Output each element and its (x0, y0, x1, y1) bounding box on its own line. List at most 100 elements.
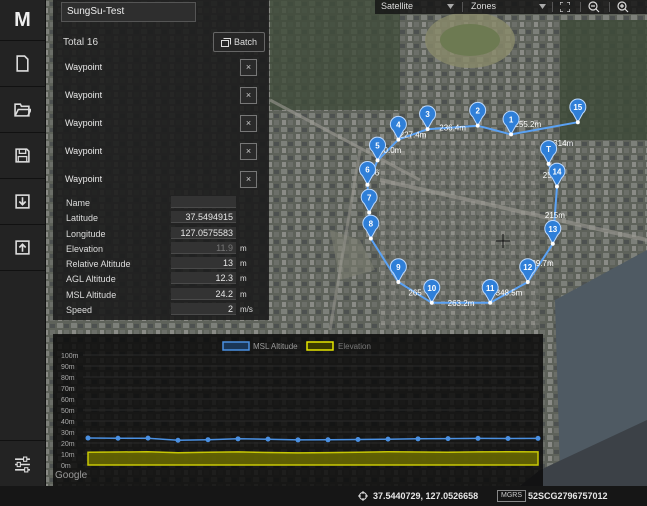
msl-altitude-point[interactable] (325, 437, 331, 443)
property-value-field[interactable]: 11.9 (171, 241, 236, 254)
msl-altitude-point[interactable] (85, 435, 91, 441)
delete-waypoint-button[interactable]: × (240, 59, 257, 76)
waypoint-number: 7 (367, 194, 372, 203)
waypoint-number: 13 (548, 225, 557, 234)
property-value-field[interactable]: 2 (171, 303, 236, 316)
waypoint-number: 5 (375, 141, 380, 150)
waypoint-number: 3 (425, 110, 430, 119)
waypoint-number: 1 (509, 115, 514, 124)
msl-altitude-point[interactable] (505, 435, 511, 441)
waypoint-dot (396, 279, 401, 284)
fullscreen-icon[interactable] (560, 2, 570, 12)
elevation-area (87, 450, 539, 466)
import-button[interactable] (0, 179, 45, 225)
delete-waypoint-button[interactable]: × (240, 87, 257, 104)
waypoint-row[interactable]: Waypoint × (61, 85, 261, 105)
msl-altitude-point[interactable] (445, 436, 451, 442)
sliders-icon (15, 456, 30, 472)
waypoint-label: Waypoint (65, 90, 103, 100)
waypoint-properties: Name Latitude 37.5494915 Longitude 127.05755… (61, 195, 261, 317)
property-label: Speed (66, 305, 93, 316)
property-label: Name (66, 198, 91, 208)
y-tick-label: 10m (61, 452, 75, 459)
altitude-chart: MSL Altitude Elevation 100m 90m 80m 70m 60m 50m… (61, 341, 541, 470)
legend-label: MSL Altitude (253, 342, 298, 351)
property-unit: m (240, 274, 247, 284)
y-tick-label: 100m (61, 353, 79, 360)
property-row: Elevation 11.9 m (61, 241, 261, 256)
waypoint-number: 12 (523, 263, 532, 272)
msl-altitude-point[interactable] (205, 437, 211, 443)
waypoint-row[interactable]: Waypoint × (61, 141, 261, 161)
delete-waypoint-button[interactable]: × (240, 171, 257, 188)
msl-altitude-point[interactable] (115, 435, 121, 441)
waypoint-number: 4 (396, 121, 401, 130)
waypoint-row[interactable]: Waypoint × (61, 57, 261, 77)
property-value-field[interactable]: 127.0575583 (171, 226, 236, 239)
delete-waypoint-button[interactable]: × (240, 143, 257, 160)
mgrs-value: 52SCG2796757012 (528, 491, 608, 501)
folder-open-icon (14, 103, 31, 117)
segment-distance-label: 348.5m (496, 288, 523, 297)
batch-button[interactable]: Batch (213, 32, 265, 52)
waypoint-number: 9 (396, 263, 401, 272)
waypoint-dot (575, 120, 580, 125)
cursor-coordinates: 37.5440729, 127.0526658 (373, 491, 479, 501)
property-value-field[interactable]: 37.5494915 (171, 211, 236, 224)
waypoint-dot (554, 184, 559, 189)
segment-distance-label: 236.4m (439, 123, 466, 132)
msl-altitude-point[interactable] (385, 436, 391, 442)
settings-button[interactable] (0, 440, 45, 487)
mission-name-field[interactable]: SungSu-Test (61, 2, 196, 22)
msl-altitude-point[interactable] (145, 435, 151, 441)
property-row: Name (61, 195, 261, 210)
status-bar: 37.5440729, 127.0526658 MGRS 52SCG279675… (0, 486, 647, 506)
zoom-in-icon[interactable] (617, 1, 629, 13)
msl-altitude-point[interactable] (265, 436, 271, 442)
msl-altitude-point[interactable] (175, 437, 181, 443)
property-unit: m (240, 289, 247, 299)
waypoint-dot (475, 123, 480, 128)
property-value-field[interactable] (171, 196, 236, 208)
new-file-button[interactable] (0, 41, 45, 87)
waypoint-row[interactable]: Waypoint × (61, 113, 261, 133)
mgrs-badge: MGRS (497, 490, 526, 502)
map-type-select[interactable]: Satellite (381, 1, 413, 11)
msl-altitude-point[interactable] (355, 436, 361, 442)
save-button[interactable] (0, 133, 45, 179)
export-button[interactable] (0, 225, 45, 271)
msl-altitude-point[interactable] (295, 437, 301, 443)
msl-altitude-point[interactable] (475, 435, 481, 441)
property-label: Relative Altitude (66, 259, 131, 270)
waypoint-dot (368, 236, 373, 241)
property-label: Latitude (66, 213, 99, 224)
property-value-field[interactable]: 13 (171, 257, 236, 270)
legend-label: Elevation (338, 342, 371, 351)
y-tick-label: 50m (61, 408, 75, 415)
y-tick-label: 40m (61, 419, 75, 426)
msl-altitude-point[interactable] (235, 436, 241, 442)
waypoint-total: Total 16 (63, 37, 99, 48)
waypoint-dot (550, 241, 555, 246)
zoom-out-icon[interactable] (588, 1, 600, 13)
segment-distance-label: 227.4m (400, 130, 427, 139)
waypoint-number: 14 (553, 167, 562, 176)
property-row: MSL Altitude 24.2 m (61, 287, 261, 302)
waypoint-dot (509, 132, 514, 137)
waypoint-row[interactable]: Waypoint × (61, 169, 261, 189)
property-unit: m (240, 259, 247, 269)
delete-waypoint-button[interactable]: × (240, 115, 257, 132)
waypoint-number: 10 (427, 284, 436, 293)
msl-altitude-point[interactable] (535, 435, 541, 441)
save-icon (15, 148, 30, 163)
open-folder-button[interactable] (0, 87, 45, 133)
property-row: AGL Altitude 12.3 m (61, 271, 261, 286)
property-value-field[interactable]: 24.2 (171, 287, 236, 300)
y-tick-label: 20m (61, 441, 75, 448)
property-value-field[interactable]: 12.3 (171, 272, 236, 285)
new-file-icon (16, 55, 29, 72)
msl-altitude-point[interactable] (415, 436, 421, 442)
zones-select[interactable]: Zones (471, 1, 496, 11)
waypoint-number: 11 (486, 284, 495, 293)
waypoint-number: 15 (573, 103, 582, 112)
